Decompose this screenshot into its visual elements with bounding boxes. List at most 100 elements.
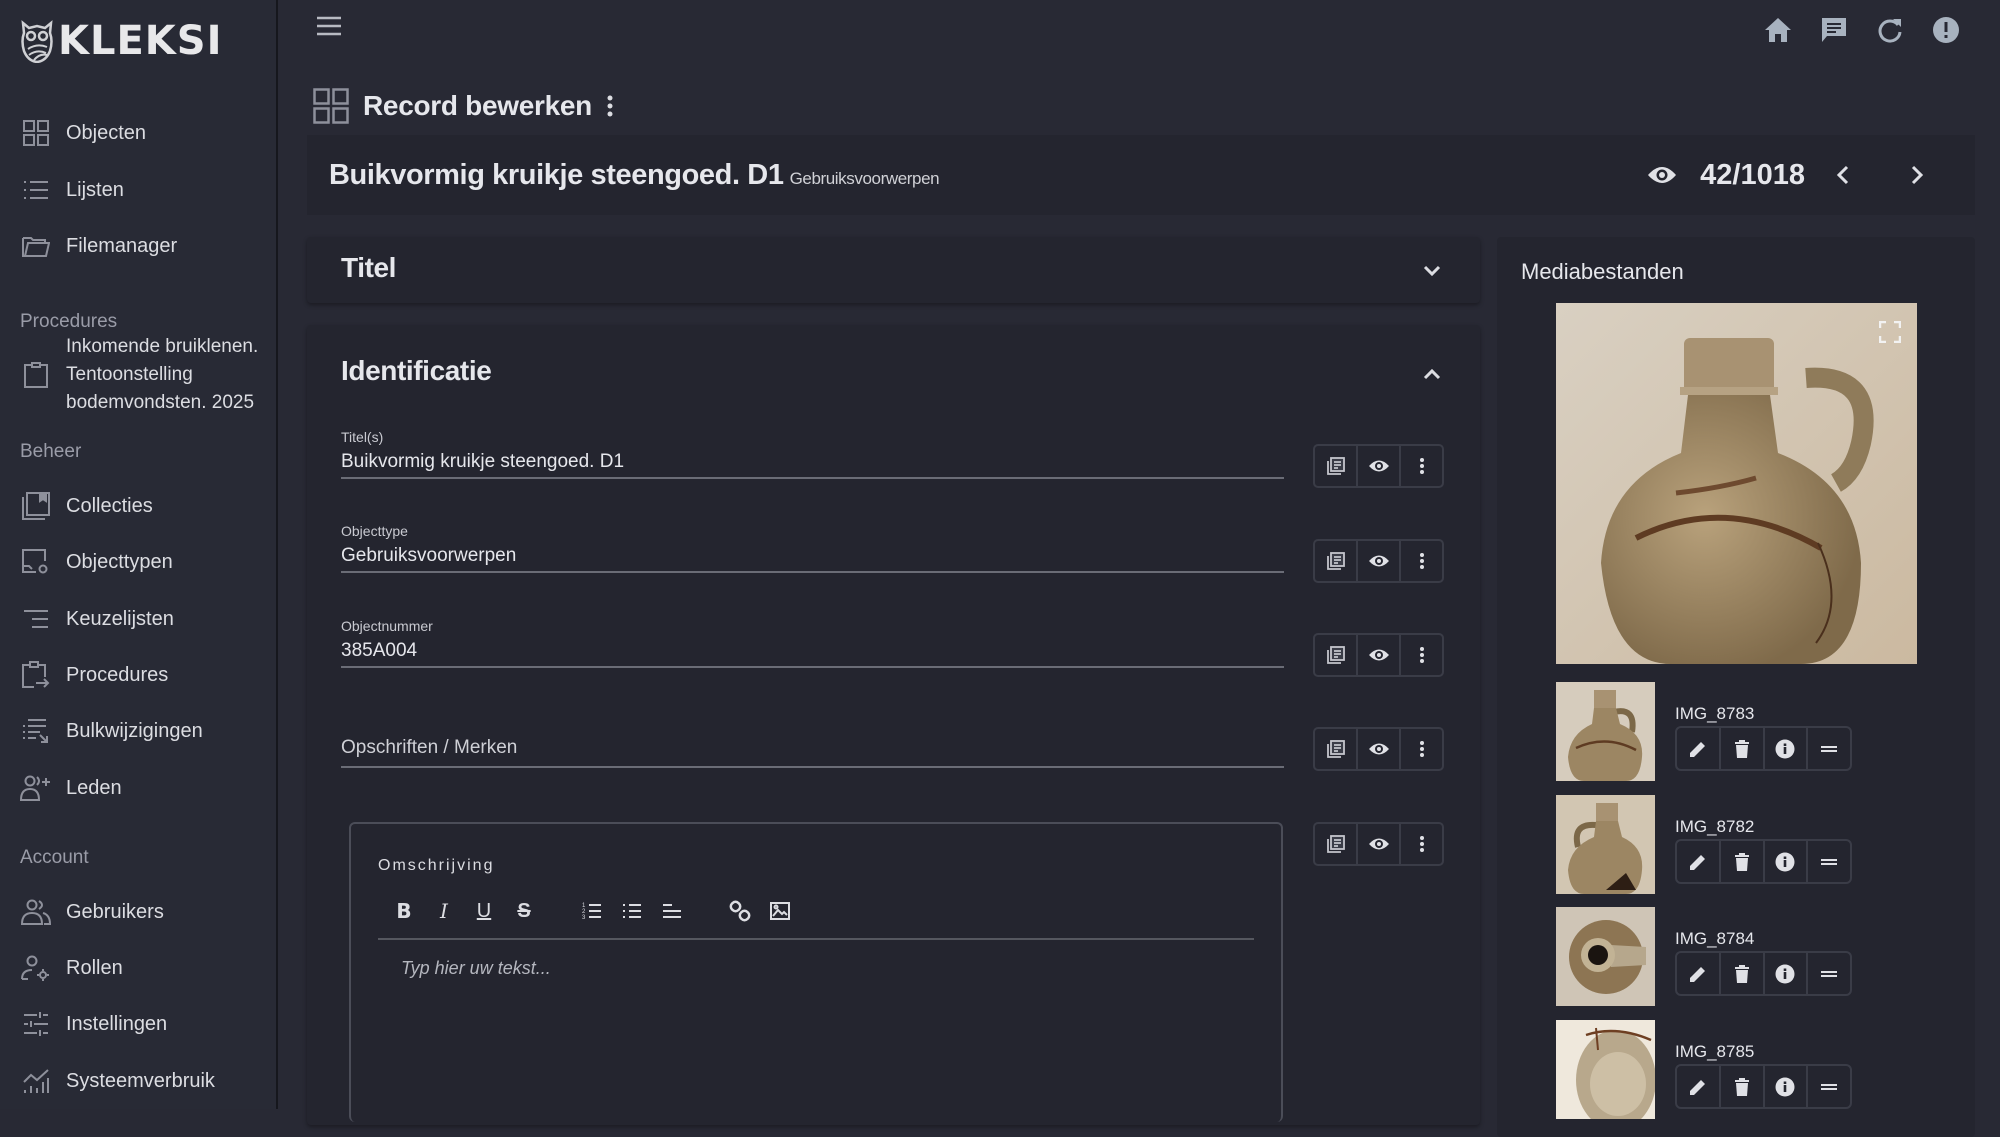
sidebar-item-leden[interactable]: Leden (20, 768, 122, 808)
bullet-list-button[interactable] (617, 896, 647, 926)
field-titels: Titel(s) (341, 429, 1284, 479)
more-options-button[interactable] (1399, 824, 1442, 864)
ordered-list-button[interactable]: 123 (577, 896, 607, 926)
edit-media-button[interactable] (1677, 1066, 1719, 1107)
more-options-button[interactable] (1399, 446, 1442, 486)
visibility-button[interactable] (1356, 635, 1399, 675)
visibility-button[interactable] (1356, 446, 1399, 486)
editor-label: Omschrijving (378, 857, 495, 874)
home-button[interactable] (1762, 14, 1794, 46)
strikethrough-button[interactable]: S (509, 896, 539, 926)
pencil-icon (1689, 854, 1705, 870)
copy-button[interactable] (1315, 729, 1356, 769)
sidebar-item-gebruikers[interactable]: Gebruikers (20, 892, 164, 932)
record-header: Buikvormig kruikje steengoed. D1 Gebruiks… (307, 135, 1975, 215)
opschriften-input[interactable]: Opschriften / Merken (341, 730, 1284, 766)
sidebar-item-objecttypen[interactable]: Objecttypen (20, 542, 173, 582)
more-options-button[interactable] (1399, 541, 1442, 581)
chevron-down-icon (1423, 265, 1441, 277)
underline-button[interactable]: U (469, 896, 499, 926)
sidebar-item-bulkwijzigingen[interactable]: Bulkwijzigingen (20, 711, 203, 751)
page-menu-button[interactable] (606, 94, 614, 118)
sidebar-item-rollen[interactable]: Rollen (20, 948, 123, 988)
collection-icon (20, 490, 52, 522)
link-button[interactable] (725, 896, 755, 926)
copy-button[interactable] (1315, 541, 1356, 581)
edit-media-button[interactable] (1677, 728, 1719, 769)
more-options-button[interactable] (1399, 729, 1442, 769)
sidebar-item-lijsten[interactable]: Lijsten (20, 170, 124, 210)
copy-button[interactable] (1315, 824, 1356, 864)
bold-button[interactable]: B (389, 896, 419, 926)
sidebar: KLEKSI Objecten Lijsten Filemanager Proc… (0, 0, 278, 1109)
media-thumbnail[interactable] (1556, 795, 1655, 894)
editor-input[interactable]: Typ hier uw tekst... (401, 958, 551, 979)
drag-media-handle[interactable] (1806, 953, 1850, 994)
info-media-button[interactable] (1762, 1066, 1807, 1107)
field-underline (341, 477, 1284, 479)
media-thumbnail[interactable] (1556, 682, 1655, 781)
eye-icon (1368, 460, 1389, 472)
logo[interactable]: KLEKSI (20, 18, 223, 64)
sidebar-item-instellingen[interactable]: Instellingen (20, 1004, 167, 1044)
edit-media-button[interactable] (1677, 841, 1719, 882)
svg-text:3: 3 (582, 915, 586, 921)
pencil-icon (1689, 741, 1705, 757)
italic-button[interactable]: I (429, 896, 459, 926)
media-thumbnail[interactable] (1556, 907, 1655, 1006)
sidebar-item-objecten[interactable]: Objecten (20, 113, 146, 153)
messages-button[interactable] (1818, 14, 1850, 46)
main-image[interactable] (1556, 303, 1917, 664)
drag-media-handle[interactable] (1806, 841, 1850, 882)
sidebar-item-systeemverbruik[interactable]: Systeemverbruik (20, 1061, 215, 1101)
media-thumbnail[interactable] (1556, 1020, 1655, 1119)
editor-divider (378, 938, 1254, 940)
sidebar-item-procedures[interactable]: Procedures (20, 655, 168, 695)
info-icon (1775, 1077, 1795, 1096)
topbar-actions (1762, 14, 1962, 46)
sidebar-item-collecties[interactable]: Collecties (20, 486, 153, 526)
align-button[interactable] (657, 896, 687, 926)
image-button[interactable] (765, 896, 795, 926)
previous-record-button[interactable] (1825, 157, 1861, 193)
delete-media-button[interactable] (1718, 953, 1763, 994)
view-record-button[interactable] (1644, 157, 1680, 193)
menu-toggle-button[interactable] (316, 16, 346, 40)
visibility-button[interactable] (1356, 729, 1399, 769)
panel-titel[interactable]: Titel (307, 237, 1480, 303)
field-opschriften[interactable]: Opschriften / Merken (341, 730, 1284, 768)
expand-button[interactable] (1420, 259, 1444, 283)
more-options-button[interactable] (1399, 635, 1442, 675)
delete-media-button[interactable] (1718, 841, 1763, 882)
info-icon (1775, 739, 1795, 758)
edit-media-button[interactable] (1677, 953, 1719, 994)
fullscreen-button[interactable] (1878, 320, 1902, 344)
kebab-menu-icon (1419, 458, 1424, 474)
delete-media-button[interactable] (1718, 728, 1763, 769)
sidebar-item-procedure[interactable]: Inkomende bruiklenen. Tentoonstelling bo… (20, 333, 276, 417)
copy-button[interactable] (1315, 635, 1356, 675)
sidebar-item-filemanager[interactable]: Filemanager (20, 226, 177, 266)
objectnummer-input[interactable] (341, 636, 1284, 666)
copy-button[interactable] (1315, 446, 1356, 486)
sidebar-item-keuzelijsten[interactable]: Keuzelijsten (20, 599, 174, 639)
strikethrough-icon: S (517, 899, 531, 922)
sidebar-item-label: Filemanager (66, 234, 178, 257)
titels-input[interactable] (341, 447, 1284, 477)
add-member-icon (20, 772, 52, 804)
delete-media-button[interactable] (1718, 1066, 1763, 1107)
drag-media-handle[interactable] (1806, 1066, 1850, 1107)
next-record-button[interactable] (1899, 157, 1935, 193)
refresh-button[interactable] (1874, 14, 1906, 46)
alert-button[interactable] (1930, 14, 1962, 46)
collapse-button[interactable] (1420, 362, 1444, 386)
drag-media-handle[interactable] (1806, 728, 1850, 769)
info-media-button[interactable] (1762, 841, 1807, 882)
objecttype-input[interactable] (341, 541, 1284, 571)
visibility-button[interactable] (1356, 824, 1399, 864)
kebab-menu-icon (1419, 741, 1424, 757)
info-media-button[interactable] (1762, 728, 1807, 769)
visibility-button[interactable] (1356, 541, 1399, 581)
bullet-list-icon (623, 904, 641, 918)
info-media-button[interactable] (1762, 953, 1807, 994)
